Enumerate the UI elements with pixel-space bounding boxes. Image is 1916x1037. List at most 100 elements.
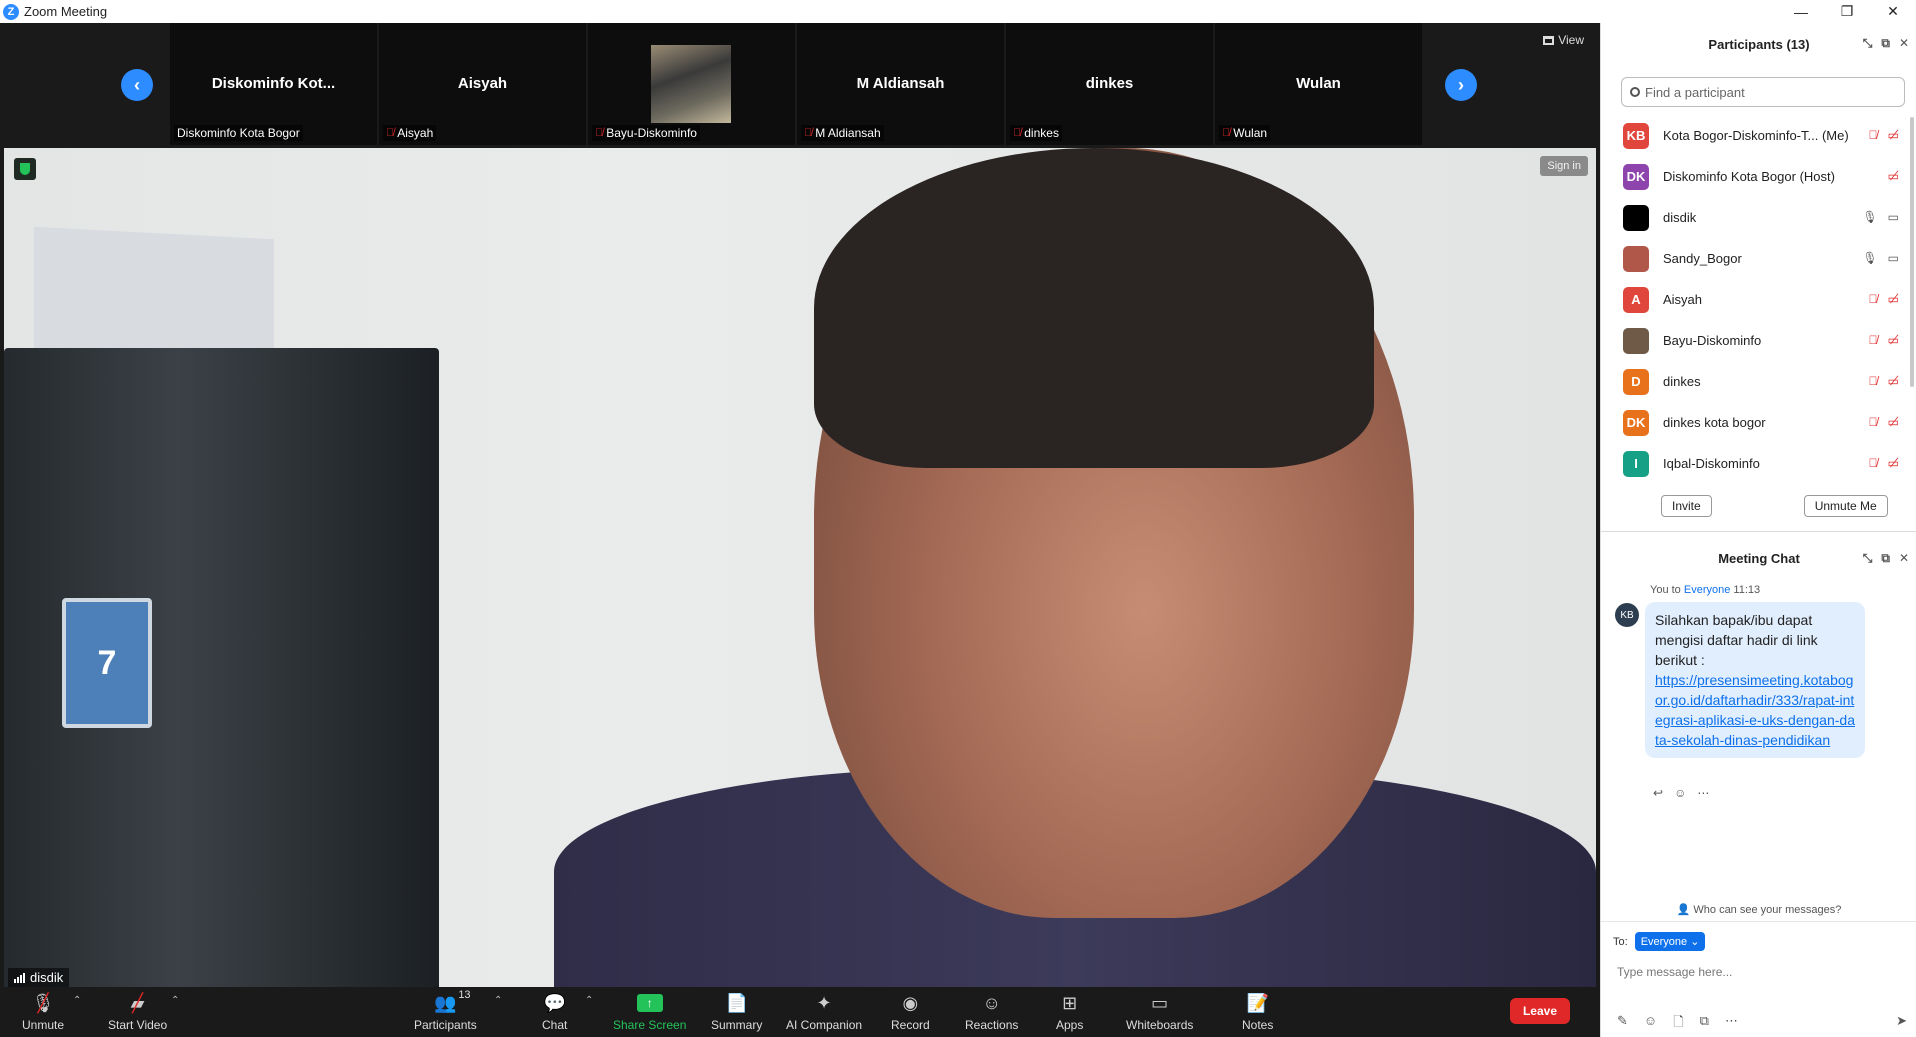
mic-muted-icon: 🎙̸ xyxy=(595,127,604,139)
tile-name-label: 🎙̸ Wulan xyxy=(1219,125,1271,141)
close-icon[interactable]: ✕ xyxy=(1899,36,1909,51)
more-options-icon[interactable]: ⋯ xyxy=(1725,1013,1738,1035)
video-icon: ▭ xyxy=(1887,251,1899,265)
invite-button[interactable]: Invite xyxy=(1661,495,1712,517)
tile-name-label: 🎙̸ Bayu-Diskominfo xyxy=(592,125,700,141)
participant-row[interactable]: Ddinkes 🎙̸ ▭̸ xyxy=(1601,361,1916,402)
unmute-button[interactable]: 🎙 ╱ Unmute xyxy=(22,991,64,1033)
message-link[interactable]: https://presensimeeting.kotabogor.go.id/… xyxy=(1655,672,1855,748)
participant-row[interactable]: I Iqbal-Diskominfo 🎙̸ ▭̸ xyxy=(1601,443,1916,484)
participants-header: Participants (13) ⤡ ⧉ ✕ xyxy=(1601,23,1916,65)
tile-name-label: Diskominfo Kota Bogor xyxy=(174,125,303,141)
message-text: Silahkan bapak/ibu dapat mengisi daftar … xyxy=(1655,612,1818,668)
chat-button[interactable]: 💬 Chat xyxy=(542,991,567,1033)
summary-icon: 📄 xyxy=(725,992,748,1013)
chat-collapse-icon[interactable]: ⤡ xyxy=(1863,551,1873,566)
speaker-hair xyxy=(814,148,1374,468)
participant-tile[interactable]: M Aldiansah 🎙̸ M Aldiansah xyxy=(795,23,1004,145)
sign-in-button[interactable]: Sign in xyxy=(1540,156,1588,176)
participant-row[interactable]: disdik 🎙 ▭ xyxy=(1601,197,1916,238)
unmute-me-button[interactable]: Unmute Me xyxy=(1803,495,1888,517)
minimize-button[interactable]: — xyxy=(1778,0,1824,23)
participant-tile[interactable]: dinkes 🎙̸ dinkes xyxy=(1004,23,1213,145)
participant-row[interactable]: Bayu-Diskominfo 🎙̸ ▭̸ xyxy=(1601,320,1916,361)
participant-tile[interactable]: Aisyah 🎙̸ Aisyah xyxy=(377,23,586,145)
whiteboard-icon: ▭ xyxy=(1151,992,1169,1013)
participant-tile[interactable]: Wulan 🎙̸ Wulan xyxy=(1213,23,1422,145)
close-window-button[interactable]: ✕ xyxy=(1870,0,1916,23)
participant-row[interactable]: A Aisyah 🎙̸ ▭̸ xyxy=(1601,279,1916,320)
strip-next-button[interactable]: › xyxy=(1445,69,1477,101)
add-reaction-icon[interactable]: ☺ xyxy=(1674,786,1686,800)
reply-icon[interactable]: ↩ xyxy=(1653,786,1663,800)
message-input[interactable] xyxy=(1617,965,1907,979)
mic-muted-icon: 🎙̸ xyxy=(1868,128,1878,142)
screenshot-icon[interactable]: ⧉ xyxy=(1700,1013,1709,1035)
tile-name-label: 🎙̸ Aisyah xyxy=(383,125,437,141)
chat-pop-out-icon[interactable]: ⧉ xyxy=(1881,551,1890,566)
video-off-icon: ▭̸ xyxy=(1887,374,1899,388)
start-video-button[interactable]: ▰ ╱ Start Video xyxy=(108,991,167,1033)
tile-name-label: 🎙̸ dinkes xyxy=(1010,125,1062,141)
collapse-icon[interactable]: ⤡ xyxy=(1863,36,1873,51)
participants-options-caret[interactable]: ⌃ xyxy=(494,995,502,1006)
participant-row[interactable]: DK dinkes kota bogor 🎙̸ ▭̸ xyxy=(1601,402,1916,443)
avatar: D xyxy=(1623,368,1649,395)
emoji-icon[interactable]: ☺ xyxy=(1644,1013,1657,1035)
video-icon: ▭ xyxy=(1887,210,1899,224)
mic-icon: 🎙 xyxy=(1862,210,1878,224)
speaker-name-tag: disdik xyxy=(8,968,70,987)
notes-button[interactable]: 📝 Notes xyxy=(1242,991,1273,1033)
avatar xyxy=(1623,245,1649,272)
zoom-logo-icon: Z xyxy=(3,3,19,20)
chat-header: Meeting Chat ⤡ ⧉ ✕ xyxy=(1601,543,1916,573)
pop-out-icon[interactable]: ⧉ xyxy=(1881,36,1890,51)
mic-muted-icon: 🎙̸ xyxy=(1868,456,1878,470)
participants-icon: 👥 13 xyxy=(434,989,471,1013)
view-button[interactable]: View xyxy=(1543,33,1584,47)
chat-message: Silahkan bapak/ibu dapat mengisi daftar … xyxy=(1645,602,1865,758)
file-icon[interactable]: 🗋 xyxy=(1673,1013,1683,1035)
video-options-caret[interactable]: ⌃ xyxy=(171,995,179,1006)
send-icon[interactable]: ➤ xyxy=(1896,1013,1907,1029)
reactions-button[interactable]: ☺ Reactions xyxy=(965,991,1018,1033)
participant-name: dinkes kota bogor xyxy=(1663,415,1766,430)
video-off-icon: ▭̸ xyxy=(1887,415,1899,429)
ai-companion-button[interactable]: ✦ AI Companion xyxy=(786,991,862,1033)
participant-tile[interactable]: 🎙̸ Bayu-Diskominfo xyxy=(586,23,795,145)
sparkle-icon: ✦ xyxy=(816,992,832,1013)
message-recipient[interactable]: Everyone xyxy=(1684,584,1730,596)
share-screen-button[interactable]: ↑ Share Screen xyxy=(613,991,686,1032)
who-can-see-link[interactable]: 👤 Who can see your messages? xyxy=(1601,903,1916,916)
chat-options-caret[interactable]: ⌃ xyxy=(585,995,593,1006)
participant-row[interactable]: KB Kota Bogor-Diskominfo-T... (Me) 🎙̸ ▭̸ xyxy=(1601,115,1916,156)
format-icon[interactable]: ✎ xyxy=(1617,1013,1628,1035)
apps-button[interactable]: ⊞ Apps xyxy=(1056,991,1083,1033)
restore-button[interactable]: ❐ xyxy=(1824,0,1870,23)
tile-display-name: M Aldiansah xyxy=(856,75,945,92)
chat-close-icon[interactable]: ✕ xyxy=(1899,551,1909,566)
whiteboards-button[interactable]: ▭ Whiteboards xyxy=(1126,991,1193,1033)
participant-name: dinkes xyxy=(1663,374,1701,389)
active-speaker-video[interactable]: 7 Sign in disdik xyxy=(4,148,1596,987)
side-panel: Participants (13) ⤡ ⧉ ✕ KB Kota Bogor-Dis… xyxy=(1600,23,1916,1037)
participant-search[interactable] xyxy=(1621,77,1905,107)
participants-button[interactable]: 👥 13 Participants xyxy=(414,989,477,1032)
more-icon[interactable]: ⋯ xyxy=(1697,786,1709,800)
message-meta: You to Everyone 11:13 xyxy=(1650,584,1761,596)
audio-options-caret[interactable]: ⌃ xyxy=(73,995,81,1006)
leave-button[interactable]: Leave xyxy=(1509,998,1570,1024)
encryption-shield-icon[interactable] xyxy=(14,158,36,180)
participant-row[interactable]: Sandy_Bogor 🎙 ▭ xyxy=(1601,238,1916,279)
video-off-icon: ▭̸ xyxy=(1887,292,1899,306)
record-button[interactable]: ◉ Record xyxy=(891,991,930,1033)
summary-button[interactable]: 📄 Summary xyxy=(711,991,762,1033)
participant-tile[interactable]: Diskominfo Kot... Diskominfo Kota Bogor xyxy=(168,23,377,145)
window-title: Zoom Meeting xyxy=(24,4,108,19)
participant-name: Sandy_Bogor xyxy=(1663,251,1742,266)
participant-search-input[interactable] xyxy=(1645,84,1885,100)
participant-row[interactable]: DK Diskominfo Kota Bogor (Host) ▭̸ xyxy=(1601,156,1916,197)
participant-list-scrollbar[interactable] xyxy=(1910,117,1914,387)
strip-prev-button[interactable]: ‹ xyxy=(121,69,153,101)
recipient-dropdown[interactable]: Everyone ⌄ xyxy=(1634,932,1706,951)
